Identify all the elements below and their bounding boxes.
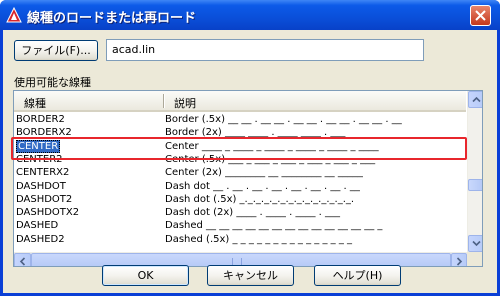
scroll-right-button[interactable]	[451, 253, 467, 266]
arrow-left-icon	[19, 257, 26, 266]
title-bar[interactable]: 線種のロードまたは再ロード	[0, 0, 500, 30]
list-item[interactable]: DASHDOT Dash dot __ . __ . __ . __ . __ .…	[14, 180, 466, 193]
list-item[interactable]: DASHDOT2 Dash dot (.5x) _._._._._._._._._…	[14, 193, 466, 206]
arrow-up-icon	[472, 96, 481, 103]
column-separator[interactable]	[163, 94, 165, 108]
linetype-description: Border (.5x) __ __ . __ __ . __ __ . __ …	[165, 114, 402, 125]
list-item[interactable]: DASHED2 Dashed (.5x) _ _ _ _ _ _ _ _ _ _ …	[14, 233, 466, 246]
linetype-name: BORDER2	[16, 114, 65, 125]
list-item[interactable]: CENTERX2 Center (2x) ________ __ ________…	[14, 166, 466, 179]
linetype-description: Dashed (.5x) _ _ _ _ _ _ _ _ _ _ _ _ _ _…	[165, 233, 352, 245]
linetype-description: Dash dot (2x) ____ . ____ . ____ . ___	[165, 207, 340, 219]
linetype-description: Dashed __ __ __ __ __ __ __ __ __ __ __ …	[165, 220, 383, 232]
file-path-field[interactable]: acad.lin	[106, 39, 424, 61]
linetype-name: CENTERX2	[16, 167, 70, 179]
scroll-down-button[interactable]	[468, 235, 482, 252]
list-header: 線種 説明	[14, 91, 466, 112]
linetype-name: DASHED	[16, 220, 59, 232]
dialog-body: ファイル(F)... acad.lin 使用可能な線種 線種 説明 BORDER…	[3, 30, 497, 293]
dialog-window: 線種のロードまたは再ロード ファイル(F)... acad.lin 使用可能な線…	[0, 0, 500, 296]
scroll-grip	[232, 258, 242, 265]
help-button[interactable]: ヘルプ(H)	[314, 265, 401, 286]
close-icon	[475, 10, 486, 21]
arrow-down-icon	[472, 240, 481, 247]
column-header-linetype[interactable]: 線種	[24, 95, 46, 111]
linetype-name: DASHDOTX2	[16, 207, 80, 219]
autocad-app-icon	[6, 7, 22, 23]
vertical-scrollbar[interactable]	[467, 91, 482, 252]
arrow-right-icon	[456, 257, 463, 266]
vertical-scroll-thumb[interactable]	[468, 179, 482, 191]
cancel-button[interactable]: キャンセル	[207, 265, 294, 286]
linetype-description: Dash dot __ . __ . __ . __ . __ . __ . _…	[165, 180, 360, 192]
ok-button[interactable]: OK	[102, 265, 189, 286]
annotation-highlight-box	[11, 137, 467, 160]
close-button[interactable]	[470, 5, 491, 26]
column-header-description[interactable]: 説明	[174, 95, 196, 111]
list-rows: BORDER2 Border (.5x) __ __ . __ __ . __ _…	[14, 113, 466, 253]
linetype-name: DASHDOT2	[16, 193, 73, 205]
linetype-list[interactable]: 線種 説明 BORDER2 Border (.5x) __ __ . __ __ …	[13, 90, 483, 267]
list-item[interactable]: BORDER2 Border (.5x) __ __ . __ __ . __ _…	[14, 113, 466, 126]
list-item[interactable]: DASHDOTX2 Dash dot (2x) ____ . ____ . ___…	[14, 206, 466, 219]
linetype-name: DASHDOT	[16, 180, 66, 192]
scroll-left-button[interactable]	[14, 253, 31, 266]
file-button[interactable]: ファイル(F)...	[14, 40, 98, 61]
window-title: 線種のロードまたは再ロード	[27, 11, 197, 26]
available-linetypes-label: 使用可能な線種	[14, 76, 91, 89]
scrollbar-corner	[467, 252, 482, 266]
scroll-up-button[interactable]	[468, 91, 482, 108]
linetype-description: Center (2x) ________ __ ________ __ ____…	[165, 167, 363, 179]
list-item[interactable]: DASHED Dashed __ __ __ __ __ __ __ __ __ …	[14, 219, 466, 232]
linetype-description: Dash dot (.5x) _._._._._._._._._._._._._…	[165, 193, 355, 205]
linetype-name: DASHED2	[16, 233, 65, 245]
